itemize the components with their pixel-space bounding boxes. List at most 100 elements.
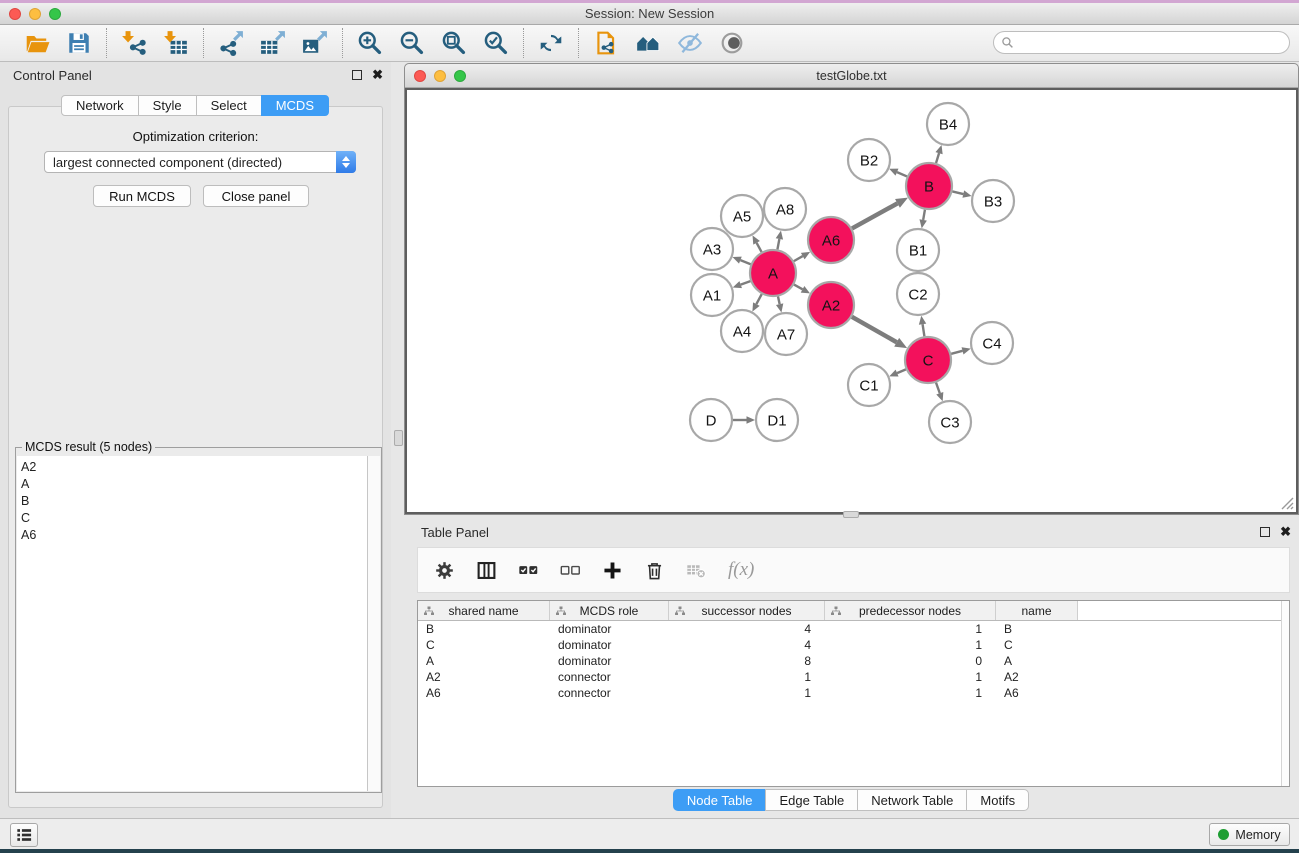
edge-B-B3[interactable]	[952, 191, 963, 194]
edge-C-C2[interactable]	[923, 324, 925, 336]
save-session-button[interactable]	[62, 28, 96, 58]
edge-B-B4[interactable]	[936, 153, 939, 163]
column-header-successor-nodes[interactable]: successor nodes	[669, 601, 825, 620]
edge-A-A3[interactable]	[740, 260, 750, 264]
table-row[interactable]: Adominator80A	[418, 653, 1289, 669]
deselect-all-button[interactable]	[560, 560, 581, 581]
table-row[interactable]: Cdominator41C	[418, 637, 1289, 653]
table-row[interactable]: A6connector11A6	[418, 685, 1289, 701]
graph-node-label-A5: A5	[733, 209, 751, 226]
mcds-result-item[interactable]: A	[21, 476, 367, 493]
tab-mcds[interactable]: MCDS	[261, 95, 329, 116]
function-builder-button[interactable]: f(x)	[728, 559, 754, 581]
network-view-window[interactable]: testGlobe.txt B4B2BB3A5A8A6A3B1AA1A2C2A4…	[404, 63, 1299, 515]
column-header-label: shared name	[448, 604, 518, 618]
tab-network[interactable]: Network	[61, 95, 139, 116]
column-layout-button[interactable]	[476, 560, 497, 581]
tab-edge-table[interactable]: Edge Table	[765, 789, 858, 811]
node-table-scrollbar[interactable]	[1281, 601, 1289, 786]
search-input[interactable]	[993, 31, 1290, 54]
eye-button[interactable]	[715, 28, 749, 58]
control-panel-title: Control Panel	[13, 68, 92, 83]
close-panel-icon[interactable]: ✖	[372, 70, 383, 80]
zoom-fit-button[interactable]	[437, 28, 471, 58]
tab-motifs[interactable]: Motifs	[966, 789, 1029, 811]
open-file-button[interactable]	[20, 28, 54, 58]
refresh-button[interactable]	[534, 28, 568, 58]
memory-button[interactable]: Memory	[1209, 823, 1290, 846]
vertical-split-divider[interactable]	[394, 430, 403, 446]
table-cell: A6	[996, 685, 1078, 701]
import-table-button[interactable]	[159, 28, 193, 58]
column-header-name[interactable]: name	[996, 601, 1078, 620]
zoom-in-button[interactable]	[353, 28, 387, 58]
main-title-bar[interactable]: Session: New Session	[0, 3, 1299, 25]
column-header-MCDS-role[interactable]: MCDS role	[550, 601, 669, 620]
close-panel-button[interactable]: Close panel	[203, 185, 309, 207]
add-column-button[interactable]	[602, 560, 623, 581]
tab-node-table[interactable]: Node Table	[673, 789, 767, 811]
export-image-button[interactable]	[298, 28, 332, 58]
edge-B-B1[interactable]	[923, 210, 925, 220]
edge-B-B2[interactable]	[897, 172, 907, 176]
zoom-selected-button[interactable]	[479, 28, 513, 58]
edge-C-C4[interactable]	[951, 351, 962, 354]
zoom-out-icon	[399, 30, 425, 56]
zoom-out-button[interactable]	[395, 28, 429, 58]
mcds-result-list[interactable]: A2ABCA6	[17, 456, 367, 791]
table-float-panel-icon[interactable]	[1260, 527, 1270, 537]
table-cell: connector	[550, 669, 669, 685]
delete-column-button[interactable]	[644, 560, 665, 581]
edge-C-C3[interactable]	[936, 383, 940, 394]
edge-A-A2[interactable]	[794, 285, 803, 290]
horizontal-split-divider[interactable]	[843, 511, 859, 518]
edge-C-C1[interactable]	[897, 369, 906, 373]
column-header-predecessor-nodes[interactable]: predecessor nodes	[825, 601, 996, 620]
table-close-panel-icon[interactable]: ✖	[1280, 527, 1291, 537]
gear-button[interactable]	[434, 560, 455, 581]
column-type-icon	[555, 605, 567, 617]
desktop-wallpaper-bottom	[0, 849, 1299, 853]
mcds-result-item[interactable]: C	[21, 510, 367, 527]
eye-slash-button[interactable]	[673, 28, 707, 58]
graph-node-label-C1: C1	[859, 378, 878, 395]
tab-select[interactable]: Select	[196, 95, 262, 116]
tab-style[interactable]: Style	[138, 95, 197, 116]
document-network-button[interactable]	[589, 28, 623, 58]
mcds-result-scrollbar[interactable]	[367, 456, 380, 791]
select-all-button[interactable]	[518, 560, 539, 581]
edge-A-A1[interactable]	[741, 281, 751, 285]
mcds-tab-content: Optimization criterion: largest connecte…	[8, 106, 383, 808]
edge-A-A5[interactable]	[757, 243, 762, 252]
mcds-result-item[interactable]: A2	[21, 459, 367, 476]
float-panel-icon[interactable]	[352, 70, 362, 80]
edge-A6-B[interactable]	[852, 203, 897, 228]
edge-A2-C[interactable]	[852, 317, 897, 342]
edge-A-A8[interactable]	[777, 239, 779, 249]
table-row[interactable]: A2connector11A2	[418, 669, 1289, 685]
edge-A-A7[interactable]	[778, 296, 780, 304]
edge-arrowhead-A-A8	[776, 231, 783, 240]
optimization-criterion-dropdown[interactable]: largest connected component (directed)	[44, 151, 356, 173]
export-table-button[interactable]	[256, 28, 290, 58]
mcds-result-item[interactable]: A6	[21, 527, 367, 544]
window-resize-grip[interactable]	[1279, 495, 1294, 510]
import-table-icon	[163, 30, 189, 56]
graph-node-label-A4: A4	[733, 324, 751, 341]
table-row[interactable]: Bdominator41B	[418, 621, 1289, 637]
mcds-result-item[interactable]: B	[21, 493, 367, 510]
network-window-title-bar[interactable]: testGlobe.txt	[405, 64, 1298, 88]
import-network-button[interactable]	[117, 28, 151, 58]
delete-table-button[interactable]	[686, 560, 707, 581]
houses-button[interactable]	[631, 28, 665, 58]
edge-A-A6[interactable]	[794, 256, 803, 261]
run-mcds-button[interactable]: Run MCDS	[93, 185, 191, 207]
toolbar-group	[204, 28, 342, 58]
column-header-label: successor nodes	[701, 604, 791, 618]
task-history-button[interactable]	[10, 823, 38, 847]
network-canvas[interactable]: B4B2BB3A5A8A6A3B1AA1A2C2A4A7CC4C1C3DD1	[405, 88, 1298, 514]
tab-network-table[interactable]: Network Table	[857, 789, 967, 811]
column-header-shared-name[interactable]: shared name	[418, 601, 550, 620]
edge-A-A4[interactable]	[756, 294, 761, 304]
export-network-button[interactable]	[214, 28, 248, 58]
